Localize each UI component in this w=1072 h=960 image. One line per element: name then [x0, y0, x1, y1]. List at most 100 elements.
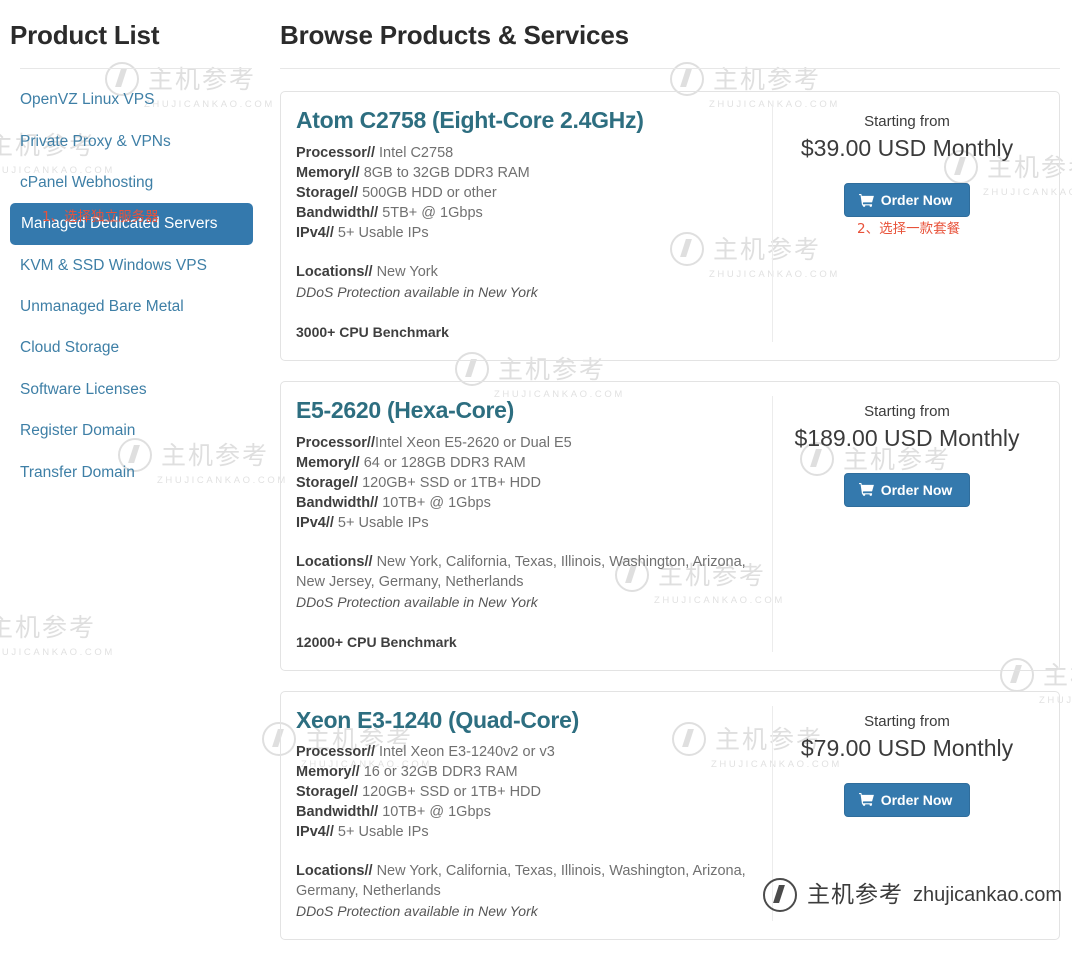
sidebar-nav: OpenVZ Linux VPS Private Proxy & VPNs cP… [0, 69, 270, 493]
spec-label: IPv4// [296, 224, 334, 241]
spec-value: 8GB to 32GB DDR3 RAM [359, 164, 530, 181]
spec-label: Storage// [296, 184, 359, 201]
spec-list: Processor// Intel C2758 Memory// 8GB to … [296, 143, 762, 243]
spec-value: 120GB+ SSD or 1TB+ HDD [358, 784, 541, 801]
spec-list: Processor//Intel Xeon E5-2620 or Dual E5… [296, 433, 762, 533]
spec-label: Bandwidth// [296, 204, 379, 221]
product-title: E5-2620 (Hexa-Core) [296, 396, 515, 423]
spec-label: Storage// [296, 784, 359, 801]
sidebar-item-openvz-linux-vps[interactable]: OpenVZ Linux VPS [0, 79, 270, 120]
spec-row: Processor// Intel C2758 [296, 143, 762, 163]
locations-value: New York [372, 263, 438, 280]
list-item: Cloud Storage [0, 327, 270, 368]
spec-value: 16 or 32GB DDR3 RAM [359, 764, 518, 781]
list-item: Register Domain [0, 410, 270, 451]
cpu-benchmark: 12000+ CPU Benchmark [296, 633, 457, 650]
sidebar-item-kvm-ssd-windows-vps[interactable]: KVM & SSD Windows VPS [0, 245, 270, 286]
list-item: Software Licenses [0, 369, 270, 410]
sidebar-item-cpanel-webhosting[interactable]: cPanel Webhosting [0, 162, 270, 203]
spec-value: 500GB HDD or other [358, 184, 497, 201]
locations-row: Locations// New York, California, Texas,… [296, 861, 762, 901]
product-pricing: Starting from $189.00 USD Monthly Order … [772, 395, 1041, 652]
sidebar-title: Product List [10, 20, 160, 50]
spec-label: IPv4// [296, 514, 334, 531]
spec-label: Processor// [296, 744, 375, 761]
spec-label: Memory// [296, 764, 360, 781]
spec-row: Storage// 500GB HDD or other [296, 183, 762, 203]
spec-row: Bandwidth// 10TB+ @ 1Gbps [296, 493, 762, 513]
order-now-label: Order Now [880, 791, 953, 808]
shopping-cart-icon [858, 483, 874, 497]
spec-value: 10TB+ @ 1Gbps [378, 804, 491, 821]
list-item: Transfer Domain [0, 452, 270, 493]
list-item: KVM & SSD Windows VPS [0, 245, 270, 286]
locations-label: Locations// [296, 553, 373, 570]
spec-row: IPv4// 5+ Usable IPs [296, 822, 762, 842]
main-content: Browse Products & Services Atom C2758 (E… [270, 0, 1072, 960]
product-details: Atom C2758 (Eight-Core 2.4GHz) Processor… [296, 106, 772, 342]
order-now-button[interactable]: Order Now [843, 183, 971, 218]
annotation-step-1: 1、选择独立服务器 [42, 209, 159, 225]
spec-label: Storage// [296, 474, 359, 491]
locations-row: Locations// New York [296, 262, 762, 282]
spec-label: Processor// [296, 434, 375, 451]
spec-label: Bandwidth// [296, 804, 379, 821]
spec-label: Bandwidth// [296, 494, 379, 511]
ddos-note: DDoS Protection available in New York [296, 283, 538, 300]
list-item: cPanel Webhosting [0, 162, 270, 203]
spec-row: IPv4// 5+ Usable IPs [296, 513, 762, 533]
spec-row: Memory// 64 or 128GB DDR3 RAM [296, 453, 762, 473]
list-item: Private Proxy & VPNs [0, 121, 270, 162]
spec-label: Memory// [296, 454, 360, 471]
page-root: Product List OpenVZ Linux VPS Private Pr… [0, 0, 1072, 960]
spec-label: IPv4// [296, 824, 334, 841]
list-item: OpenVZ Linux VPS [0, 79, 270, 120]
ddos-note: DDoS Protection available in New York [296, 903, 538, 920]
shopping-cart-icon [858, 193, 874, 207]
spec-value: 5+ Usable IPs [333, 224, 429, 241]
spec-row: Bandwidth// 5TB+ @ 1Gbps [296, 203, 762, 223]
spec-value: Intel Xeon E5-2620 or Dual E5 [375, 434, 572, 451]
product-price: $189.00 USD Monthly [794, 424, 1020, 451]
ddos-note: DDoS Protection available in New York [296, 593, 538, 610]
order-now-button[interactable]: Order Now [843, 782, 971, 817]
product-card: E5-2620 (Hexa-Core) Processor//Intel Xeo… [280, 380, 1060, 671]
brand-en-text: zhujicankao.com [913, 884, 1062, 906]
locations-row: Locations// New York, California, Texas,… [296, 552, 762, 592]
starting-from-label: Starting from [864, 402, 950, 420]
product-title: Xeon E3-1240 (Quad-Core) [296, 706, 579, 733]
spec-value: Intel C2758 [375, 144, 454, 161]
order-now-label: Order Now [880, 192, 953, 209]
product-details: E5-2620 (Hexa-Core) Processor//Intel Xeo… [296, 396, 772, 652]
product-price: $79.00 USD Monthly [800, 734, 1014, 761]
sidebar-item-unmanaged-bare-metal[interactable]: Unmanaged Bare Metal [0, 286, 270, 327]
spec-value: 120GB+ SSD or 1TB+ HDD [358, 474, 541, 491]
sidebar-item-software-licenses[interactable]: Software Licenses [0, 369, 270, 410]
order-now-button[interactable]: Order Now [843, 472, 971, 507]
starting-from-label: Starting from [864, 712, 950, 730]
order-now-label: Order Now [880, 481, 953, 498]
spec-row: Processor// Intel Xeon E3-1240v2 or v3 [296, 742, 762, 762]
sidebar-item-private-proxy-vpns[interactable]: Private Proxy & VPNs [0, 121, 270, 162]
sidebar-item-cloud-storage[interactable]: Cloud Storage [0, 327, 270, 368]
spec-value: Intel Xeon E3-1240v2 or v3 [375, 744, 555, 761]
spec-row: Processor//Intel Xeon E5-2620 or Dual E5 [296, 433, 762, 453]
shopping-cart-icon [858, 793, 874, 807]
spec-row: IPv4// 5+ Usable IPs [296, 223, 762, 243]
cpu-benchmark: 3000+ CPU Benchmark [296, 323, 449, 340]
sidebar-item-register-domain[interactable]: Register Domain [0, 410, 270, 451]
spec-row: Memory// 16 or 32GB DDR3 RAM [296, 762, 762, 782]
page-title: Browse Products & Services [280, 20, 629, 50]
annotation-step-2: 2、选择一款套餐 [857, 221, 961, 237]
product-price: $39.00 USD Monthly [800, 135, 1014, 162]
spec-value: 5TB+ @ 1Gbps [378, 204, 483, 221]
list-item: Unmanaged Bare Metal [0, 286, 270, 327]
spec-label: Processor// [296, 144, 375, 161]
sidebar-item-transfer-domain[interactable]: Transfer Domain [0, 452, 270, 493]
sidebar: Product List OpenVZ Linux VPS Private Pr… [0, 0, 270, 960]
spec-row: Bandwidth// 10TB+ @ 1Gbps [296, 802, 762, 822]
brand-badge: 主机参考 zhujicankao.com [763, 878, 1062, 912]
